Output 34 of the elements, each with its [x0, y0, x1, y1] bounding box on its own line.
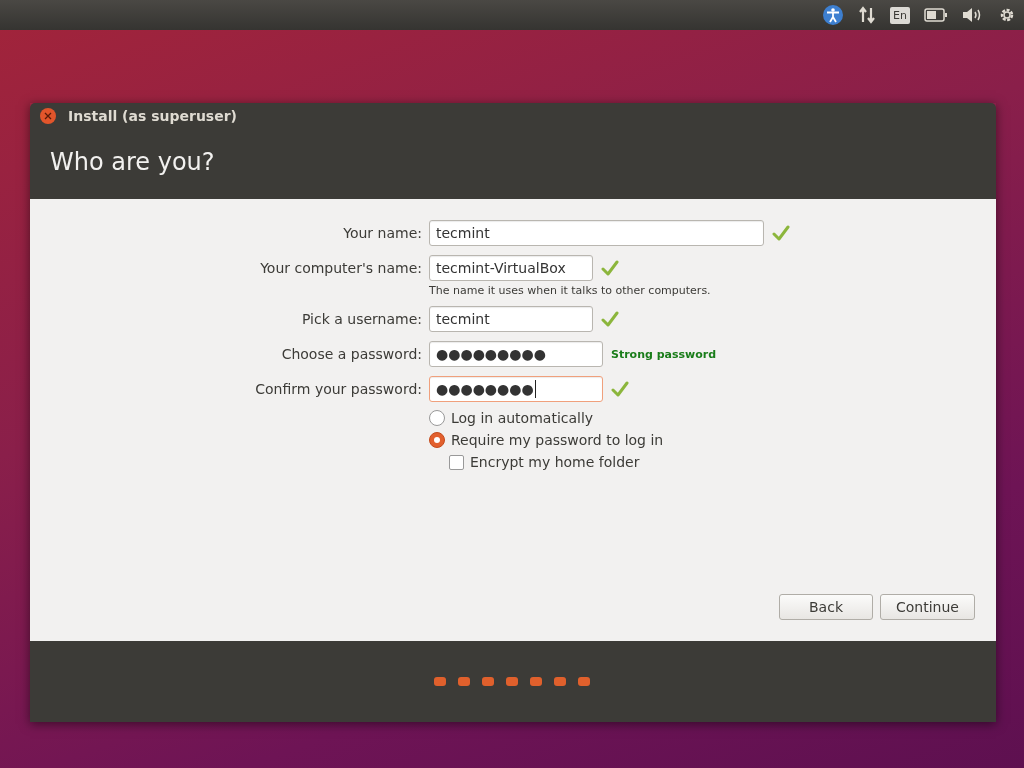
password-strength: Strong password — [611, 347, 717, 361]
field-hint: The name it uses when it talks to other computers. — [429, 284, 712, 297]
check-mark-icon — [601, 310, 619, 328]
page-heading: Who are you? — [50, 147, 215, 176]
accessibility-icon[interactable] — [822, 4, 845, 26]
window-title: Install (as superuser) — [68, 107, 237, 124]
radio-button[interactable] — [429, 432, 445, 448]
continue-button[interactable]: Continue — [880, 594, 975, 620]
password-field[interactable]: ●●●●●●●● — [429, 376, 603, 402]
radio-option[interactable]: Log in automatically — [429, 410, 996, 426]
close-button[interactable] — [40, 107, 56, 124]
text-field[interactable]: tecmint — [429, 220, 764, 246]
text-field[interactable]: tecmint — [429, 306, 593, 332]
checkbox-option[interactable]: Encrypt my home folder — [449, 454, 996, 470]
close-icon — [44, 111, 52, 120]
checkbox[interactable] — [449, 454, 464, 470]
field-label: Your name: — [342, 225, 422, 241]
check-mark-icon — [772, 224, 790, 242]
keyboard-layout-indicator[interactable]: En — [890, 6, 910, 24]
battery-icon[interactable] — [924, 8, 948, 22]
text-cursor — [534, 380, 536, 398]
network-arrows-icon[interactable] — [858, 6, 877, 24]
radio-option[interactable]: Require my password to log in — [429, 432, 996, 448]
gear-icon[interactable] — [998, 6, 1016, 24]
field-label: Confirm your password: — [254, 381, 422, 397]
check-mark-icon — [611, 380, 629, 398]
field-label: Choose a password: — [280, 346, 422, 362]
text-field[interactable]: tecmint-VirtualBox — [429, 255, 593, 281]
radio-button[interactable] — [429, 410, 445, 426]
back-button[interactable]: Back — [779, 594, 873, 620]
field-label: Your computer's name: — [259, 260, 422, 276]
check-mark-icon — [601, 259, 619, 277]
password-field[interactable]: ●●●●●●●●● — [429, 341, 603, 367]
field-label: Pick a username: — [300, 311, 422, 327]
